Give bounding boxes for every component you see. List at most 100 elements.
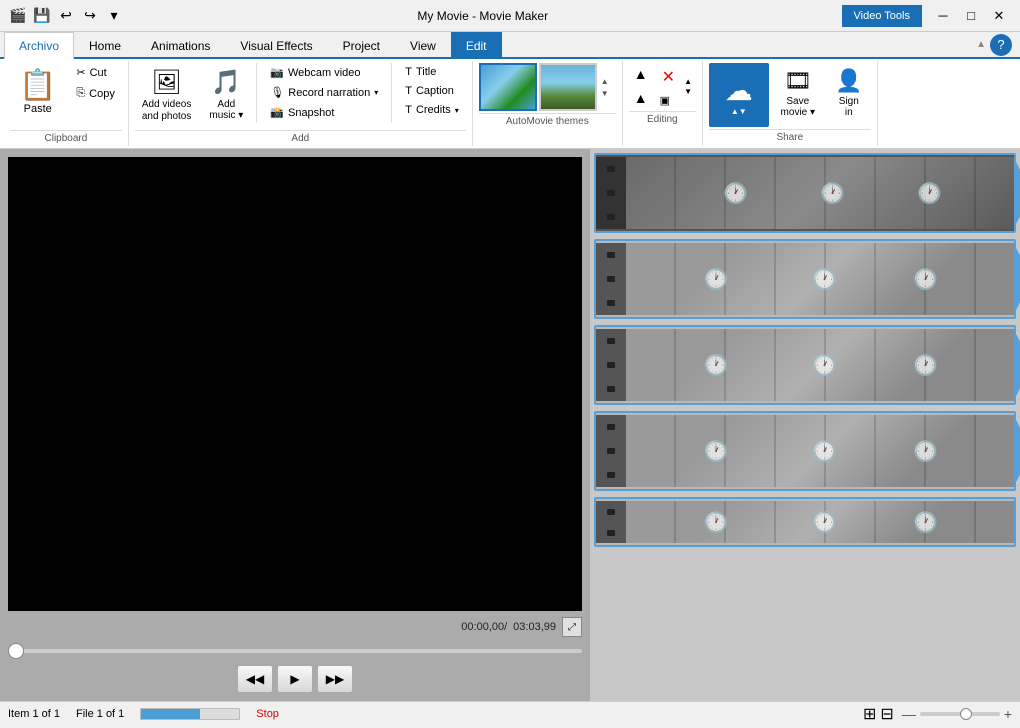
- zoom-out-button[interactable]: —: [902, 706, 916, 722]
- film-hole: [607, 252, 615, 258]
- progress-bar-fill: [141, 709, 200, 719]
- cloud-arrow-down: ▼: [739, 107, 747, 116]
- film-hole: [607, 530, 615, 536]
- timeline-view-button[interactable]: ⊟: [880, 704, 893, 724]
- cloud-scroll-arrows: ▲ ▼: [731, 107, 747, 116]
- add-content: 🖼 Add videosand photos 🎵 Addmusic ▾ 📷 We…: [135, 63, 466, 128]
- editing-label: Editing: [629, 111, 696, 125]
- tab-animations[interactable]: Animations: [136, 32, 225, 59]
- storyboard-area[interactable]: 🕐 🕐 🕐 🕐 🕐 🕐: [590, 149, 1020, 701]
- title-button[interactable]: T Title: [398, 63, 466, 81]
- customize-icon[interactable]: ▾: [104, 6, 124, 26]
- tab-edit[interactable]: Edit: [451, 32, 502, 59]
- editing-scroll-up[interactable]: ▲: [684, 77, 692, 86]
- film-hole: [607, 300, 615, 306]
- ribbon-collapse-button[interactable]: ▲: [976, 39, 986, 50]
- record-narration-button[interactable]: 🎙 Record narration ▾: [263, 83, 385, 102]
- clock-icon: 🕐: [704, 439, 729, 464]
- editing-scroll-down[interactable]: ▼: [684, 87, 692, 96]
- save-movie-button[interactable]: 🎞 Savemovie ▾: [773, 63, 823, 123]
- title-icon: T: [405, 66, 412, 78]
- tab-archivo[interactable]: Archivo: [4, 32, 74, 59]
- zoom-thumb[interactable]: [960, 708, 972, 720]
- playback-controls: ◀◀ ▶ ▶▶: [8, 665, 582, 693]
- editing-select-button[interactable]: ▣: [655, 92, 682, 109]
- film-segment[interactable]: 🕐 🕐 🕐: [626, 329, 1014, 401]
- film-segment[interactable]: 🕐 🕐 🕐: [626, 501, 1014, 543]
- editing-up-button[interactable]: ▲: [629, 63, 653, 85]
- maximize-button[interactable]: □: [958, 6, 984, 26]
- caption-button[interactable]: T Caption: [398, 82, 466, 100]
- add-music-label: Addmusic ▾: [209, 99, 243, 121]
- help-button[interactable]: ?: [990, 34, 1012, 56]
- redo-icon[interactable]: ↪: [80, 6, 100, 26]
- clock-icon: 🕐: [812, 439, 837, 464]
- share-group: ☁ ▲ ▼ 🎞 Savemovie ▾ 👤 Signin Share: [703, 61, 878, 146]
- film-arrow-right: [1014, 244, 1020, 314]
- tab-visual-effects[interactable]: Visual Effects: [225, 32, 327, 59]
- cut-button[interactable]: ✂ Cut: [69, 63, 122, 82]
- clock-icon: 🕐: [723, 181, 748, 206]
- theme-ocean[interactable]: [479, 63, 537, 111]
- editing-down-button[interactable]: ▲: [629, 87, 653, 109]
- add-videos-button[interactable]: 🖼 Add videosand photos: [135, 63, 199, 128]
- film-segment[interactable]: 🕐 🕐 🕐: [626, 243, 1014, 315]
- save-icon[interactable]: 💾: [32, 6, 52, 26]
- file-info: File 1 of 1: [76, 708, 124, 720]
- zoom-track[interactable]: [920, 712, 1000, 716]
- save-movie-icon: 🎞: [784, 68, 812, 94]
- credits-button[interactable]: T Credits ▾: [398, 101, 466, 119]
- film-hole: [607, 386, 615, 392]
- clock-icon: 🕐: [820, 181, 845, 206]
- minimize-button[interactable]: ─: [930, 6, 956, 26]
- film-hole: [607, 362, 615, 368]
- storyboard-view-button[interactable]: ⊞: [863, 704, 876, 724]
- film-hole: [607, 472, 615, 478]
- fullscreen-button[interactable]: ⤢: [562, 617, 582, 637]
- paste-button[interactable]: 📋 Paste: [10, 63, 65, 120]
- editing-action-col: ✕ ▣: [655, 64, 682, 109]
- film-strip-left: [596, 157, 626, 229]
- clock-icon: 🕐: [812, 510, 837, 535]
- clock-icon: 🕐: [913, 510, 938, 535]
- themes-scroll: ▲ ▼: [599, 76, 611, 99]
- editing-x-button[interactable]: ✕: [655, 64, 682, 90]
- tab-view[interactable]: View: [395, 32, 451, 59]
- theme-landscape[interactable]: [539, 63, 597, 111]
- timeline-slider[interactable]: [8, 643, 582, 659]
- slider-thumb[interactable]: [8, 643, 24, 659]
- film-hole: [607, 509, 615, 515]
- webcam-video-button[interactable]: 📷 Webcam video: [263, 63, 385, 82]
- add-group: 🖼 Add videosand photos 🎵 Addmusic ▾ 📷 We…: [129, 61, 473, 146]
- ribbon-tabs: Archivo Home Animations Visual Effects P…: [0, 32, 1020, 59]
- paste-label: Paste: [24, 103, 52, 115]
- film-hole: [607, 276, 615, 282]
- tab-project[interactable]: Project: [328, 32, 395, 59]
- stop-button[interactable]: Stop: [256, 708, 279, 720]
- undo-icon[interactable]: ↩: [56, 6, 76, 26]
- clipboard-content: 📋 Paste ✂ Cut ⎘ Copy: [10, 63, 122, 128]
- themes-scroll-down[interactable]: ▼: [599, 88, 611, 99]
- prev-frame-button[interactable]: ◀◀: [237, 665, 273, 693]
- sign-in-button[interactable]: 👤 Signin: [827, 63, 871, 123]
- play-button[interactable]: ▶: [277, 665, 313, 693]
- film-strip-left: [596, 329, 626, 401]
- paste-icon: 📋: [19, 68, 56, 103]
- close-button[interactable]: ✕: [986, 6, 1012, 26]
- snapshot-button[interactable]: 📸 Snapshot: [263, 103, 385, 122]
- zoom-in-button[interactable]: +: [1004, 706, 1012, 722]
- film-segment[interactable]: 🕐 🕐 🕐: [626, 415, 1014, 487]
- credits-label: Credits: [416, 104, 451, 116]
- title-bar: 🎬 💾 ↩ ↪ ▾ My Movie - Movie Maker Video T…: [0, 0, 1020, 32]
- progress-bar-container: [140, 708, 240, 720]
- tab-home[interactable]: Home: [74, 32, 136, 59]
- share-content: ☁ ▲ ▼ 🎞 Savemovie ▾ 👤 Signin: [709, 63, 871, 127]
- themes-label: AutoMovie themes: [479, 113, 616, 127]
- copy-button[interactable]: ⎘ Copy: [69, 84, 122, 103]
- credits-icon: T: [405, 104, 412, 116]
- next-frame-button[interactable]: ▶▶: [317, 665, 353, 693]
- cloud-save-button[interactable]: ☁ ▲ ▼: [709, 63, 769, 127]
- film-segment[interactable]: 🕐 🕐 🕐: [626, 157, 1014, 229]
- add-music-button[interactable]: 🎵 Addmusic ▾: [202, 63, 250, 126]
- themes-scroll-up[interactable]: ▲: [599, 76, 611, 87]
